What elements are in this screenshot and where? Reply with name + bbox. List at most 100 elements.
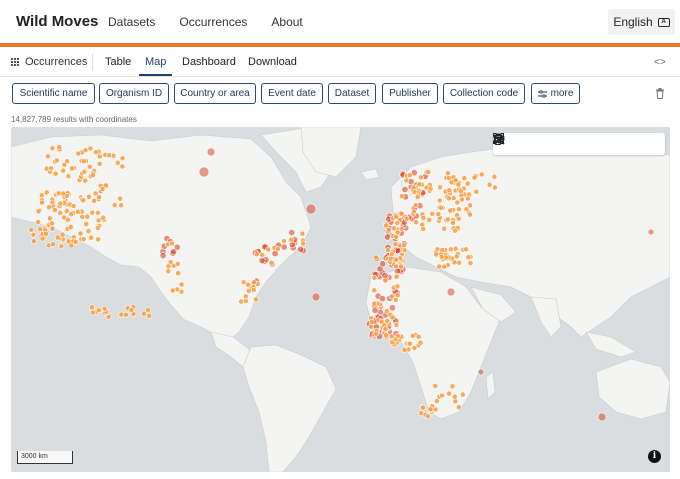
occurrence-point [394,283,401,290]
occurrence-point [427,185,434,192]
occurrence-point [70,203,77,209]
brand-logo[interactable]: Wild Moves [16,13,98,30]
occurrence-point [384,247,391,254]
occurrence-point [178,281,185,288]
occurrence-point [463,246,469,253]
occurrence-point [454,199,461,206]
occurrence-point [54,234,61,241]
occurrence-point [383,332,389,339]
occurrence-point [467,260,474,266]
occurrence-point [465,254,472,261]
filter-event-date[interactable]: Event date [261,83,323,104]
occurrence-point [393,322,400,328]
occurrence-point [117,195,123,202]
occurrence-point [146,312,152,319]
occurrence-point [467,211,473,218]
occurrence-point [52,170,59,177]
occurrence-point [89,309,96,316]
occurrence-point [439,392,445,399]
clear-filters-trash-icon[interactable] [655,88,665,99]
occurrence-point [446,390,452,397]
language-button[interactable]: English A [608,9,675,35]
occurrence-point [459,196,465,203]
tab-map[interactable]: Map [145,56,166,68]
info-icon[interactable]: i [648,450,661,463]
occurrence-point [455,404,462,411]
magic-select-icon[interactable] [493,133,609,151]
occurrence-point [259,252,266,258]
filter-scientific-name[interactable]: Scientific name [12,83,95,104]
tab-table[interactable]: Table [105,56,131,68]
occurrence-point [432,382,439,389]
occurrence-point [245,287,252,294]
occurrence-point [119,155,126,162]
occurrence-point [43,230,49,237]
occurrence-point [407,340,413,347]
occurrence-point [288,236,295,243]
filter-publisher[interactable]: Publisher [382,83,438,104]
occurrence-point [35,208,42,215]
accent-bar [0,43,680,47]
section-breadcrumb[interactable]: Occurrences [11,56,87,68]
occurrence-point [118,202,124,209]
filter-dataset[interactable]: Dataset [328,83,376,104]
occurrence-point [169,287,176,294]
occurrence-point [389,339,395,346]
occurrence-point [288,229,296,237]
occurrence-point [111,202,118,208]
occurrence-point [60,167,67,174]
occurrence-point [69,165,75,172]
filter-organism-id[interactable]: Organism ID [99,83,169,104]
occurrence-point [88,234,94,241]
occurrence-point [411,189,418,195]
tab-download[interactable]: Download [248,56,297,68]
occurrence-point [250,286,257,293]
occurrence-point [89,304,95,311]
occurrence-point [68,242,75,249]
occurrence-point [388,304,396,312]
occurrence-point [49,220,55,227]
zoom-out-icon[interactable] [493,133,539,151]
occurrence-point [387,255,394,262]
divider [92,54,93,71]
occurrence-point [452,227,459,234]
filter-more[interactable]: more [531,83,580,104]
occurrence-point [35,219,41,225]
occurrence-point [394,220,401,226]
occurrence-point [75,208,81,215]
occurrence-point [449,219,456,226]
delete-icon[interactable] [494,133,633,151]
occurrence-point [86,193,92,200]
nav-occurrences[interactable]: Occurrences [179,15,247,29]
land-shapes [11,127,670,472]
occurrence-point [159,252,167,260]
occurrence-point [59,231,66,238]
occurrence-point [401,247,408,254]
occurrence-point [268,259,275,266]
world-map-canvas [11,127,670,472]
layers-icon[interactable] [493,133,656,151]
occurrence-point [371,287,378,294]
fullscreen-icon[interactable] [493,133,563,151]
draw-polygon-icon[interactable] [493,133,586,151]
occurrence-point [63,208,70,214]
filter-collection-code[interactable]: Collection code [443,83,525,104]
occurrence-point [65,216,71,223]
occurrence-point [392,296,399,303]
occurrence-point [95,236,101,243]
occurrence-point [378,295,386,303]
nav-datasets[interactable]: Datasets [108,15,155,29]
nav-about[interactable]: About [271,15,302,29]
occurrence-point [394,229,401,236]
occurrence-point [424,413,431,420]
occurrence-point [447,207,454,214]
occurrence-map[interactable]: 3000 km i [11,127,670,472]
language-label: English [613,15,653,29]
top-navigation: Wild Moves Datasets Occurrences About En… [0,0,680,44]
occurrence-point [389,314,396,321]
filter-country[interactable]: Country or area [174,83,256,104]
occurrence-point [65,173,72,180]
tab-dashboard[interactable]: Dashboard [182,56,236,68]
code-icon[interactable]: <> [654,57,666,68]
occurrence-point [457,188,464,195]
